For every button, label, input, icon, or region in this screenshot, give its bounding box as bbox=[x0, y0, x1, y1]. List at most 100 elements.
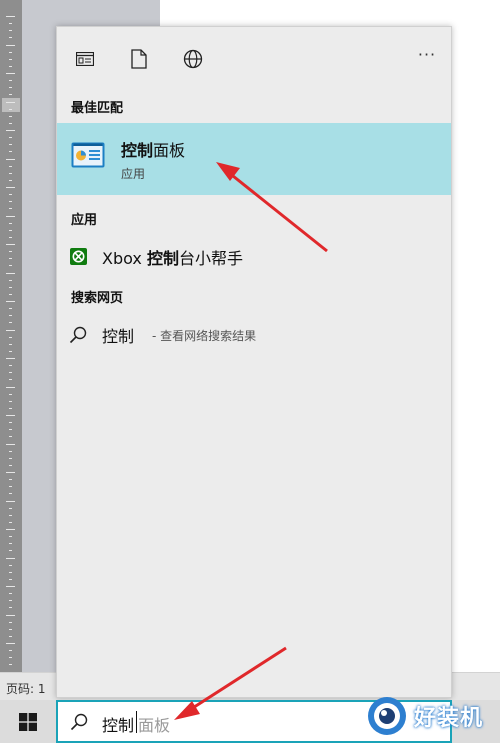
ruler-tick bbox=[9, 251, 12, 253]
ruler-tick bbox=[9, 122, 12, 124]
ruler-tick bbox=[9, 578, 12, 580]
ruler-tick bbox=[9, 621, 12, 623]
ruler-tick bbox=[9, 343, 12, 345]
document-icon[interactable] bbox=[127, 47, 151, 71]
ruler-tick bbox=[6, 158, 15, 160]
search-icon bbox=[70, 713, 88, 731]
ruler-tick bbox=[9, 400, 12, 402]
ruler-tick bbox=[6, 215, 15, 217]
ruler-tick bbox=[9, 372, 12, 374]
web-search-hint: - 查看网络搜索结果 bbox=[152, 329, 257, 343]
ruler-tick bbox=[9, 94, 12, 96]
ruler-tick bbox=[9, 65, 12, 67]
app-name-rest: 台小帮手 bbox=[178, 249, 243, 268]
ruler-tick bbox=[9, 194, 12, 196]
ruler-tick bbox=[9, 322, 12, 324]
document-list-icon[interactable] bbox=[73, 47, 97, 71]
ruler-tick bbox=[9, 115, 12, 117]
ruler-tick bbox=[6, 301, 15, 302]
ruler-tick bbox=[9, 407, 12, 409]
ruler-tick bbox=[9, 450, 12, 452]
ruler-tick bbox=[9, 37, 12, 39]
ruler-tick bbox=[6, 443, 15, 445]
ruler-tick bbox=[9, 286, 12, 288]
ruler-tick bbox=[6, 386, 15, 388]
ruler-tick bbox=[9, 151, 12, 153]
ruler-tick bbox=[9, 258, 12, 260]
ruler-tick bbox=[9, 229, 12, 231]
ruler-tick bbox=[9, 265, 12, 267]
ruler-tick bbox=[9, 165, 12, 167]
best-match-control-panel[interactable]: 控制面板 应用 bbox=[57, 123, 451, 195]
ruler-tick bbox=[9, 635, 12, 637]
ruler-tick bbox=[6, 529, 15, 530]
ruler-tick bbox=[6, 586, 15, 587]
ruler-tick bbox=[9, 593, 12, 595]
ruler-tick bbox=[9, 600, 12, 602]
ruler-tick bbox=[9, 514, 12, 516]
text-caret bbox=[136, 711, 137, 733]
ruler-tick bbox=[9, 179, 12, 181]
ruler-tick bbox=[6, 557, 15, 559]
ruler-tick bbox=[9, 564, 12, 566]
ruler-tick bbox=[6, 16, 15, 17]
ruler-tick bbox=[9, 108, 12, 110]
ruler-tick bbox=[6, 500, 15, 502]
ruler-tick bbox=[9, 144, 12, 146]
windows-logo-icon bbox=[19, 712, 37, 731]
page-number-status[interactable]: 页码: 1 bbox=[6, 680, 46, 697]
ruler-tick bbox=[9, 429, 12, 431]
ruler-tick bbox=[9, 350, 12, 352]
watermark-text: 好装机 bbox=[414, 706, 484, 731]
web-search-result[interactable]: 控制 - 查看网络搜索结果 bbox=[57, 319, 451, 349]
ruler-tick bbox=[9, 521, 12, 523]
globe-icon[interactable] bbox=[181, 47, 205, 71]
ruler-tick bbox=[6, 130, 15, 131]
ruler-tick bbox=[6, 643, 15, 644]
ruler-tick bbox=[6, 73, 15, 74]
ruler-tick bbox=[6, 358, 15, 359]
ruler-tick bbox=[6, 415, 15, 416]
ruler-tick bbox=[9, 236, 12, 238]
ruler-tick bbox=[9, 479, 12, 481]
ruler-tick bbox=[9, 650, 12, 652]
more-options-button[interactable]: ··· bbox=[411, 45, 443, 73]
ruler-tick bbox=[6, 101, 15, 103]
app-result-title: Xbox 控制台小帮手 bbox=[102, 245, 243, 269]
best-match-title-rest: 面板 bbox=[153, 141, 186, 160]
ruler-tick bbox=[9, 422, 12, 424]
ruler-tick bbox=[9, 172, 12, 174]
start-button[interactable] bbox=[0, 700, 56, 743]
best-match-title: 控制面板 bbox=[121, 137, 185, 161]
ruler-tick bbox=[9, 550, 12, 552]
app-result-xbox[interactable]: Xbox 控制台小帮手 bbox=[57, 241, 451, 271]
best-match-subtitle: 应用 bbox=[121, 167, 146, 181]
ruler-tick bbox=[9, 222, 12, 224]
apps-heading: 应用 bbox=[71, 213, 98, 228]
ruler-tick bbox=[9, 336, 12, 338]
ruler-tick bbox=[9, 80, 12, 82]
ruler-tick bbox=[6, 44, 15, 46]
search-results-panel: ··· 最佳匹配 控制面板 应用 应用 Xbox 控制台小帮手 搜索网页 控制 … bbox=[56, 26, 452, 698]
ruler-tick bbox=[9, 315, 12, 317]
ruler-margin-marker bbox=[2, 98, 20, 112]
ruler-tick bbox=[9, 293, 12, 295]
best-match-heading: 最佳匹配 bbox=[71, 101, 124, 116]
web-search-heading: 搜索网页 bbox=[71, 291, 124, 306]
ruler-tick bbox=[9, 279, 12, 281]
ruler-tick bbox=[9, 571, 12, 573]
xbox-icon bbox=[70, 248, 87, 265]
ruler-tick bbox=[9, 657, 12, 659]
ruler-tick bbox=[9, 536, 12, 538]
ruler-tick bbox=[9, 23, 12, 25]
ruler-tick bbox=[9, 393, 12, 395]
search-typed-text: 控制 bbox=[102, 716, 135, 735]
ruler-tick bbox=[9, 464, 12, 466]
panel-toolbar: ··· bbox=[57, 27, 451, 89]
ruler-tick bbox=[9, 457, 12, 459]
web-search-term: 控制 bbox=[102, 327, 135, 346]
ruler-tick bbox=[9, 208, 12, 210]
ruler-tick bbox=[9, 365, 12, 367]
search-autocomplete-suggestion: 面板 bbox=[138, 716, 171, 735]
ruler-tick bbox=[9, 607, 12, 609]
